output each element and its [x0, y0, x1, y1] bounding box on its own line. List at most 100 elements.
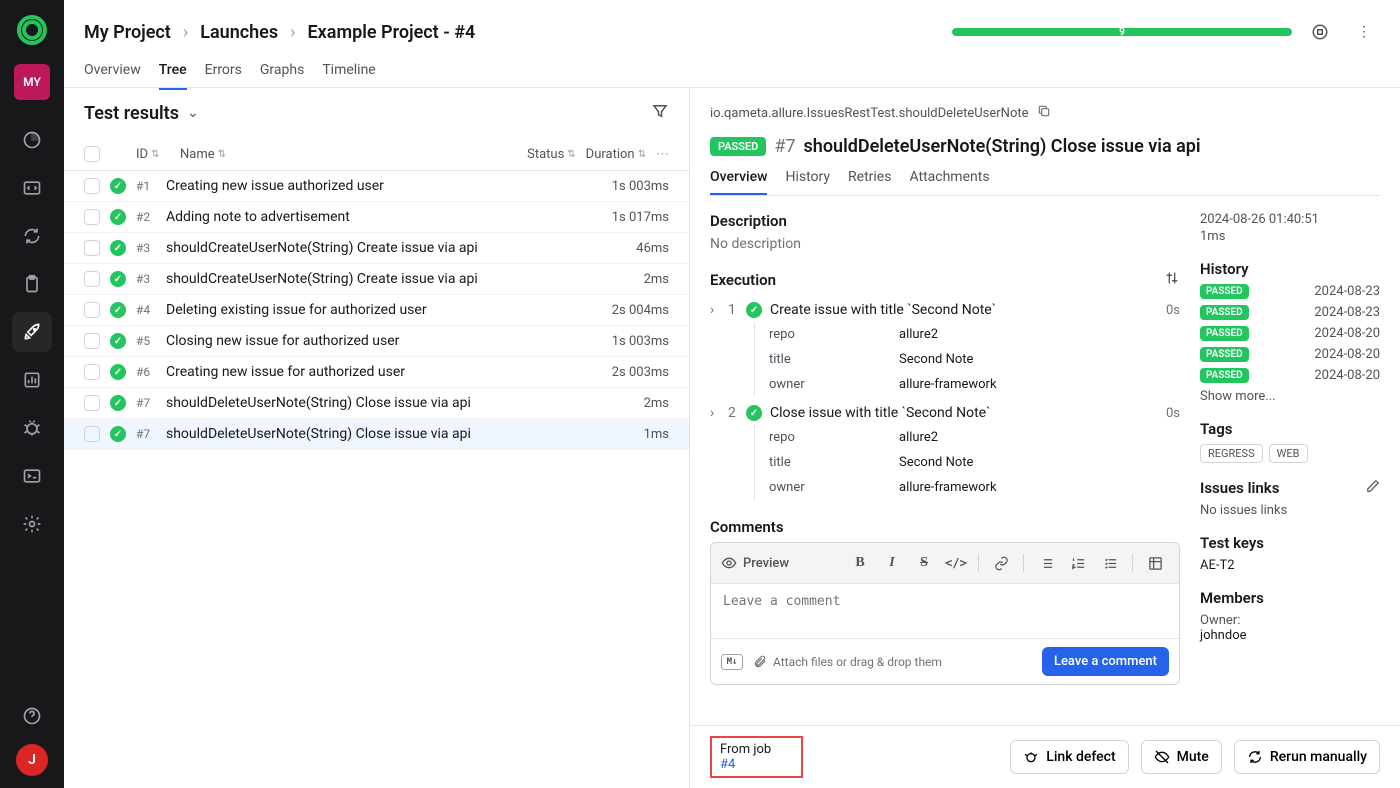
row-checkbox[interactable]	[84, 271, 100, 287]
leave-comment-button[interactable]: Leave a comment	[1042, 647, 1169, 676]
nav-help-icon[interactable]	[12, 696, 52, 736]
filter-icon[interactable]	[651, 102, 669, 124]
col-status[interactable]: Status⇅	[527, 147, 576, 162]
link-icon[interactable]	[987, 550, 1015, 576]
chevron-down-icon[interactable]: ⌄	[187, 105, 199, 121]
col-duration[interactable]: Duration⇅	[586, 147, 646, 162]
history-row[interactable]: PASSED2024-08-20	[1200, 368, 1380, 383]
nav-dashboard-icon[interactable]	[12, 120, 52, 160]
tag[interactable]: WEB	[1269, 444, 1308, 463]
chevron-right-icon[interactable]: ›	[710, 405, 720, 421]
preview-button[interactable]: Preview	[721, 555, 789, 571]
tag[interactable]: REGRESS	[1200, 444, 1263, 463]
comment-input[interactable]	[711, 584, 1179, 634]
breadcrumb-current: Example Project - #4	[308, 22, 476, 43]
table-row[interactable]: #5Closing new issue for authorized user1…	[64, 326, 689, 357]
step-row[interactable]: ›2Close issue with title `Second Note`0s	[710, 401, 1180, 425]
table-row[interactable]: #1Creating new issue authorized user1s 0…	[64, 171, 689, 202]
check-icon	[110, 426, 126, 442]
attach-button[interactable]: Attach files or drag & drop them	[753, 655, 942, 669]
rerun-button[interactable]: Rerun manually	[1234, 740, 1380, 774]
nav-refresh-icon[interactable]	[12, 216, 52, 256]
col-name[interactable]: Name⇅	[180, 147, 517, 162]
mute-button[interactable]: Mute	[1141, 740, 1222, 774]
step-row[interactable]: ›1Create issue with title `Second Note`0…	[710, 298, 1180, 322]
tab-overview[interactable]: Overview	[84, 62, 141, 90]
nav-rocket-icon[interactable]	[12, 312, 52, 352]
history-heading: History	[1200, 260, 1380, 278]
tags-heading: Tags	[1200, 420, 1380, 438]
dtab-attachments[interactable]: Attachments	[909, 169, 989, 195]
ul-icon[interactable]	[1032, 550, 1060, 576]
run-duration: 1ms	[1200, 229, 1380, 244]
app-logo[interactable]	[14, 12, 50, 48]
col-id[interactable]: ID⇅	[136, 147, 170, 162]
bold-icon[interactable]: B	[846, 550, 874, 576]
markdown-icon[interactable]: M↓	[721, 654, 743, 670]
tab-tree[interactable]: Tree	[159, 62, 187, 90]
param-value: Second Note	[899, 352, 973, 367]
check-icon	[110, 178, 126, 194]
status-badge: PASSED	[1200, 368, 1249, 383]
select-all-checkbox[interactable]	[84, 146, 100, 162]
step-duration: 0s	[1166, 406, 1180, 421]
row-checkbox[interactable]	[84, 426, 100, 442]
row-checkbox[interactable]	[84, 364, 100, 380]
row-checkbox[interactable]	[84, 333, 100, 349]
italic-icon[interactable]: I	[878, 550, 906, 576]
compare-icon[interactable]	[1164, 270, 1180, 290]
nav-clipboard-icon[interactable]	[12, 264, 52, 304]
project-badge[interactable]: MY	[14, 64, 50, 100]
nav-terminal-icon[interactable]	[12, 456, 52, 496]
more-vert-icon[interactable]: ⋮	[1348, 16, 1380, 48]
user-avatar[interactable]: J	[16, 744, 48, 776]
nav-bug-icon[interactable]	[12, 408, 52, 448]
link-defect-button[interactable]: Link defect	[1010, 740, 1128, 774]
row-checkbox[interactable]	[84, 209, 100, 225]
dtab-retries[interactable]: Retries	[848, 169, 891, 195]
table-row[interactable]: #2Adding note to advertisement1s 017ms	[64, 202, 689, 233]
chevron-right-icon[interactable]: ›	[710, 302, 720, 318]
row-checkbox[interactable]	[84, 395, 100, 411]
tab-errors[interactable]: Errors	[205, 62, 242, 90]
row-name: shouldCreateUserNote(String) Create issu…	[166, 240, 626, 256]
history-row[interactable]: PASSED2024-08-20	[1200, 347, 1380, 362]
breadcrumb-launches[interactable]: Launches	[200, 22, 278, 43]
more-horiz-icon[interactable]: ⋯	[656, 147, 669, 162]
stop-icon[interactable]	[1304, 16, 1336, 48]
row-duration: 2ms	[644, 396, 669, 411]
history-row[interactable]: PASSED2024-08-23	[1200, 284, 1380, 299]
table-row[interactable]: #7shouldDeleteUserNote(String) Close iss…	[64, 419, 689, 450]
dtab-history[interactable]: History	[785, 169, 830, 195]
nav-chart-icon[interactable]	[12, 360, 52, 400]
table-row[interactable]: #3shouldCreateUserNote(String) Create is…	[64, 233, 689, 264]
test-title: shouldDeleteUserNote(String) Close issue…	[804, 136, 1201, 157]
edit-icon[interactable]	[1366, 479, 1380, 497]
nav-settings-icon[interactable]	[12, 504, 52, 544]
ol-icon[interactable]	[1064, 550, 1092, 576]
row-id: #6	[136, 365, 156, 379]
strike-icon[interactable]: S	[910, 550, 938, 576]
table-row[interactable]: #4Deleting existing issue for authorized…	[64, 295, 689, 326]
job-link[interactable]: #4	[720, 757, 735, 772]
history-row[interactable]: PASSED2024-08-20	[1200, 326, 1380, 341]
nav-code-icon[interactable]	[12, 168, 52, 208]
code-icon[interactable]: </>	[942, 550, 970, 576]
copy-icon[interactable]	[1037, 104, 1051, 122]
table-row[interactable]: #6Creating new issue for authorized user…	[64, 357, 689, 388]
history-row[interactable]: PASSED2024-08-23	[1200, 305, 1380, 320]
checklist-icon[interactable]	[1096, 550, 1124, 576]
row-checkbox[interactable]	[84, 240, 100, 256]
row-checkbox[interactable]	[84, 302, 100, 318]
tab-graphs[interactable]: Graphs	[260, 62, 304, 90]
table-icon[interactable]	[1141, 550, 1169, 576]
show-more-link[interactable]: Show more...	[1200, 389, 1380, 404]
table-row[interactable]: #3shouldCreateUserNote(String) Create is…	[64, 264, 689, 295]
table-row[interactable]: #7shouldDeleteUserNote(String) Close iss…	[64, 388, 689, 419]
breadcrumb-proj[interactable]: My Project	[84, 22, 171, 43]
dtab-overview[interactable]: Overview	[710, 169, 767, 195]
tab-timeline[interactable]: Timeline	[322, 62, 375, 90]
row-checkbox[interactable]	[84, 178, 100, 194]
description-none: No description	[710, 236, 1180, 252]
step-name: Close issue with title `Second Note`	[770, 405, 1158, 421]
